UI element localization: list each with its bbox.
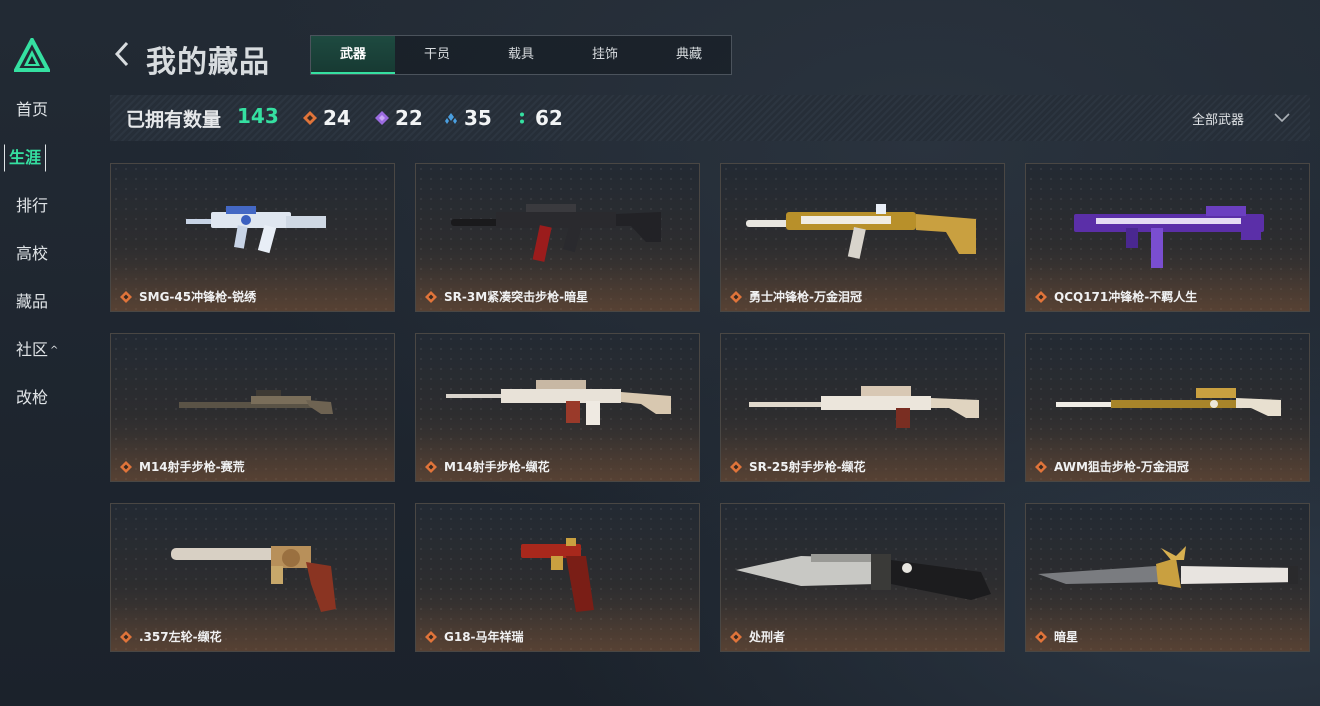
app-logo-icon[interactable]: [14, 38, 50, 72]
purple-diamond-icon: [375, 111, 389, 125]
item-name: QCQ171冲锋枪-不羁人生: [1054, 290, 1198, 304]
page-title: 我的藏品: [146, 45, 270, 80]
item-name: .357左轮-缬花: [139, 630, 222, 644]
rarity-orange-icon: [425, 631, 437, 643]
dmr-white2-weapon-image: [749, 386, 979, 428]
sidebar-item-community[interactable]: 社区 ^: [0, 326, 64, 374]
dmr-camo-weapon-image: [179, 390, 333, 414]
item-name: SMG-45冲锋枪-锐绣: [139, 290, 257, 304]
stats-bar: 已拥有数量 143 24 22 35 62 全部武器: [110, 95, 1310, 141]
sidebar-item-home[interactable]: 首页: [0, 86, 64, 134]
rarity-orange-icon: [425, 461, 437, 473]
tab-weapons[interactable]: 武器: [311, 36, 395, 74]
chevron-down-icon: [1274, 113, 1290, 123]
knife-gold-weapon-image: [1038, 546, 1298, 588]
sidebar-item-label: 首页: [16, 100, 49, 119]
stat-value: 24: [323, 106, 351, 130]
back-arrow-icon[interactable]: [112, 40, 132, 68]
rarity-orange-icon: [1035, 291, 1047, 303]
green-dots-icon: [520, 112, 524, 124]
item-name: SR-3M紧凑突击步枪-暗星: [444, 290, 589, 304]
rarity-orange-icon: [120, 461, 132, 473]
rarity-orange-icon: [1035, 631, 1047, 643]
rarity-orange-icon: [120, 631, 132, 643]
item-name: M14射手步枪-赛荒: [139, 460, 245, 474]
sidebar-item-gunsmith[interactable]: 改枪: [0, 374, 64, 422]
sidebar-nav: 首页 生涯 排行 高校 藏品 社区 ^ 改枪: [0, 86, 64, 422]
collection-card[interactable]: M14射手步枪-缬花: [415, 333, 700, 482]
rarity-orange-icon: [730, 291, 742, 303]
item-name: 暗星: [1054, 630, 1079, 644]
smg-blue-weapon-image: [186, 206, 326, 254]
tab-charms[interactable]: 挂饰: [563, 36, 647, 74]
sidebar-item-label: 社区: [16, 340, 49, 359]
knife-dark-weapon-image: [736, 554, 991, 600]
collection-card[interactable]: SR-3M紧凑突击步枪-暗星: [415, 163, 700, 312]
collection-card[interactable]: SR-25射手步枪-缬花: [720, 333, 1005, 482]
orange-diamond-icon: [303, 111, 317, 125]
sidebar: 首页 生涯 排行 高校 藏品 社区 ^ 改枪: [0, 0, 64, 706]
collection-card[interactable]: 勇士冲锋枪-万金泪冠: [720, 163, 1005, 312]
sidebar-item-collection[interactable]: 藏品: [0, 278, 64, 326]
filter-label: 全部武器: [1191, 112, 1244, 128]
rarity-orange-icon: [120, 291, 132, 303]
caret-up-icon: ^: [50, 345, 59, 356]
owned-count-total: 143: [237, 104, 279, 128]
collection-card[interactable]: SMG-45冲锋枪-锐绣: [110, 163, 395, 312]
sidebar-item-label: 改枪: [16, 388, 49, 407]
item-name: G18-马年祥瑞: [444, 630, 524, 644]
rarity-orange-icon: [730, 461, 742, 473]
rarity-orange-icon: [425, 291, 437, 303]
stat-value: 22: [395, 106, 423, 130]
item-name: 处刑者: [749, 630, 786, 644]
revolver-weapon-image: [171, 546, 336, 612]
sidebar-item-career[interactable]: 生涯: [0, 134, 64, 182]
collection-card[interactable]: 处刑者: [720, 503, 1005, 652]
item-name: M14射手步枪-缬花: [444, 460, 550, 474]
category-tabs: 武器 干员 载具 挂饰 典藏: [310, 35, 732, 75]
collection-card[interactable]: .357左轮-缬花: [110, 503, 395, 652]
rarity-orange-icon: [730, 631, 742, 643]
tab-collectibles[interactable]: 典藏: [647, 36, 731, 74]
rifle-dark-weapon-image: [451, 204, 661, 262]
item-name: SR-25射手步枪-缬花: [749, 460, 866, 474]
sidebar-item-college[interactable]: 高校: [0, 230, 64, 278]
sidebar-item-label: 排行: [16, 196, 49, 215]
smg-gold-weapon-image: [746, 204, 976, 259]
sidebar-item-ranking[interactable]: 排行: [0, 182, 64, 230]
collection-card[interactable]: AWM狙击步枪-万金泪冠: [1025, 333, 1310, 482]
pistol-red-weapon-image: [521, 538, 594, 612]
dmr-white-weapon-image: [446, 380, 671, 425]
owned-count-label: 已拥有数量: [126, 109, 222, 131]
collection-card[interactable]: G18-马年祥瑞: [415, 503, 700, 652]
rarity-orange-icon: [1035, 461, 1047, 473]
stat-value: 62: [535, 106, 563, 130]
item-name: AWM狙击步枪-万金泪冠: [1054, 460, 1189, 474]
stat-value: 35: [464, 106, 492, 130]
weapon-filter-dropdown[interactable]: 全部武器: [1140, 95, 1290, 141]
stat-orange: 24: [303, 104, 351, 132]
item-name: 勇士冲锋枪-万金泪冠: [749, 290, 862, 304]
stat-green: 62: [515, 104, 563, 132]
sidebar-item-label: 藏品: [16, 292, 49, 311]
stat-purple: 22: [375, 104, 423, 132]
tab-vehicles[interactable]: 载具: [479, 36, 563, 74]
sidebar-item-label: 生涯: [4, 144, 47, 172]
stat-blue: 35: [444, 104, 492, 132]
collection-card[interactable]: 暗星: [1025, 503, 1310, 652]
sidebar-item-label: 高校: [16, 244, 49, 263]
blue-diamond-icon: [445, 113, 457, 124]
collection-card[interactable]: QCQ171冲锋枪-不羁人生: [1025, 163, 1310, 312]
sniper-gold-weapon-image: [1056, 388, 1281, 416]
smg-purple-weapon-image: [1074, 206, 1264, 268]
collection-card[interactable]: M14射手步枪-赛荒: [110, 333, 395, 482]
tab-operators[interactable]: 干员: [395, 36, 479, 74]
